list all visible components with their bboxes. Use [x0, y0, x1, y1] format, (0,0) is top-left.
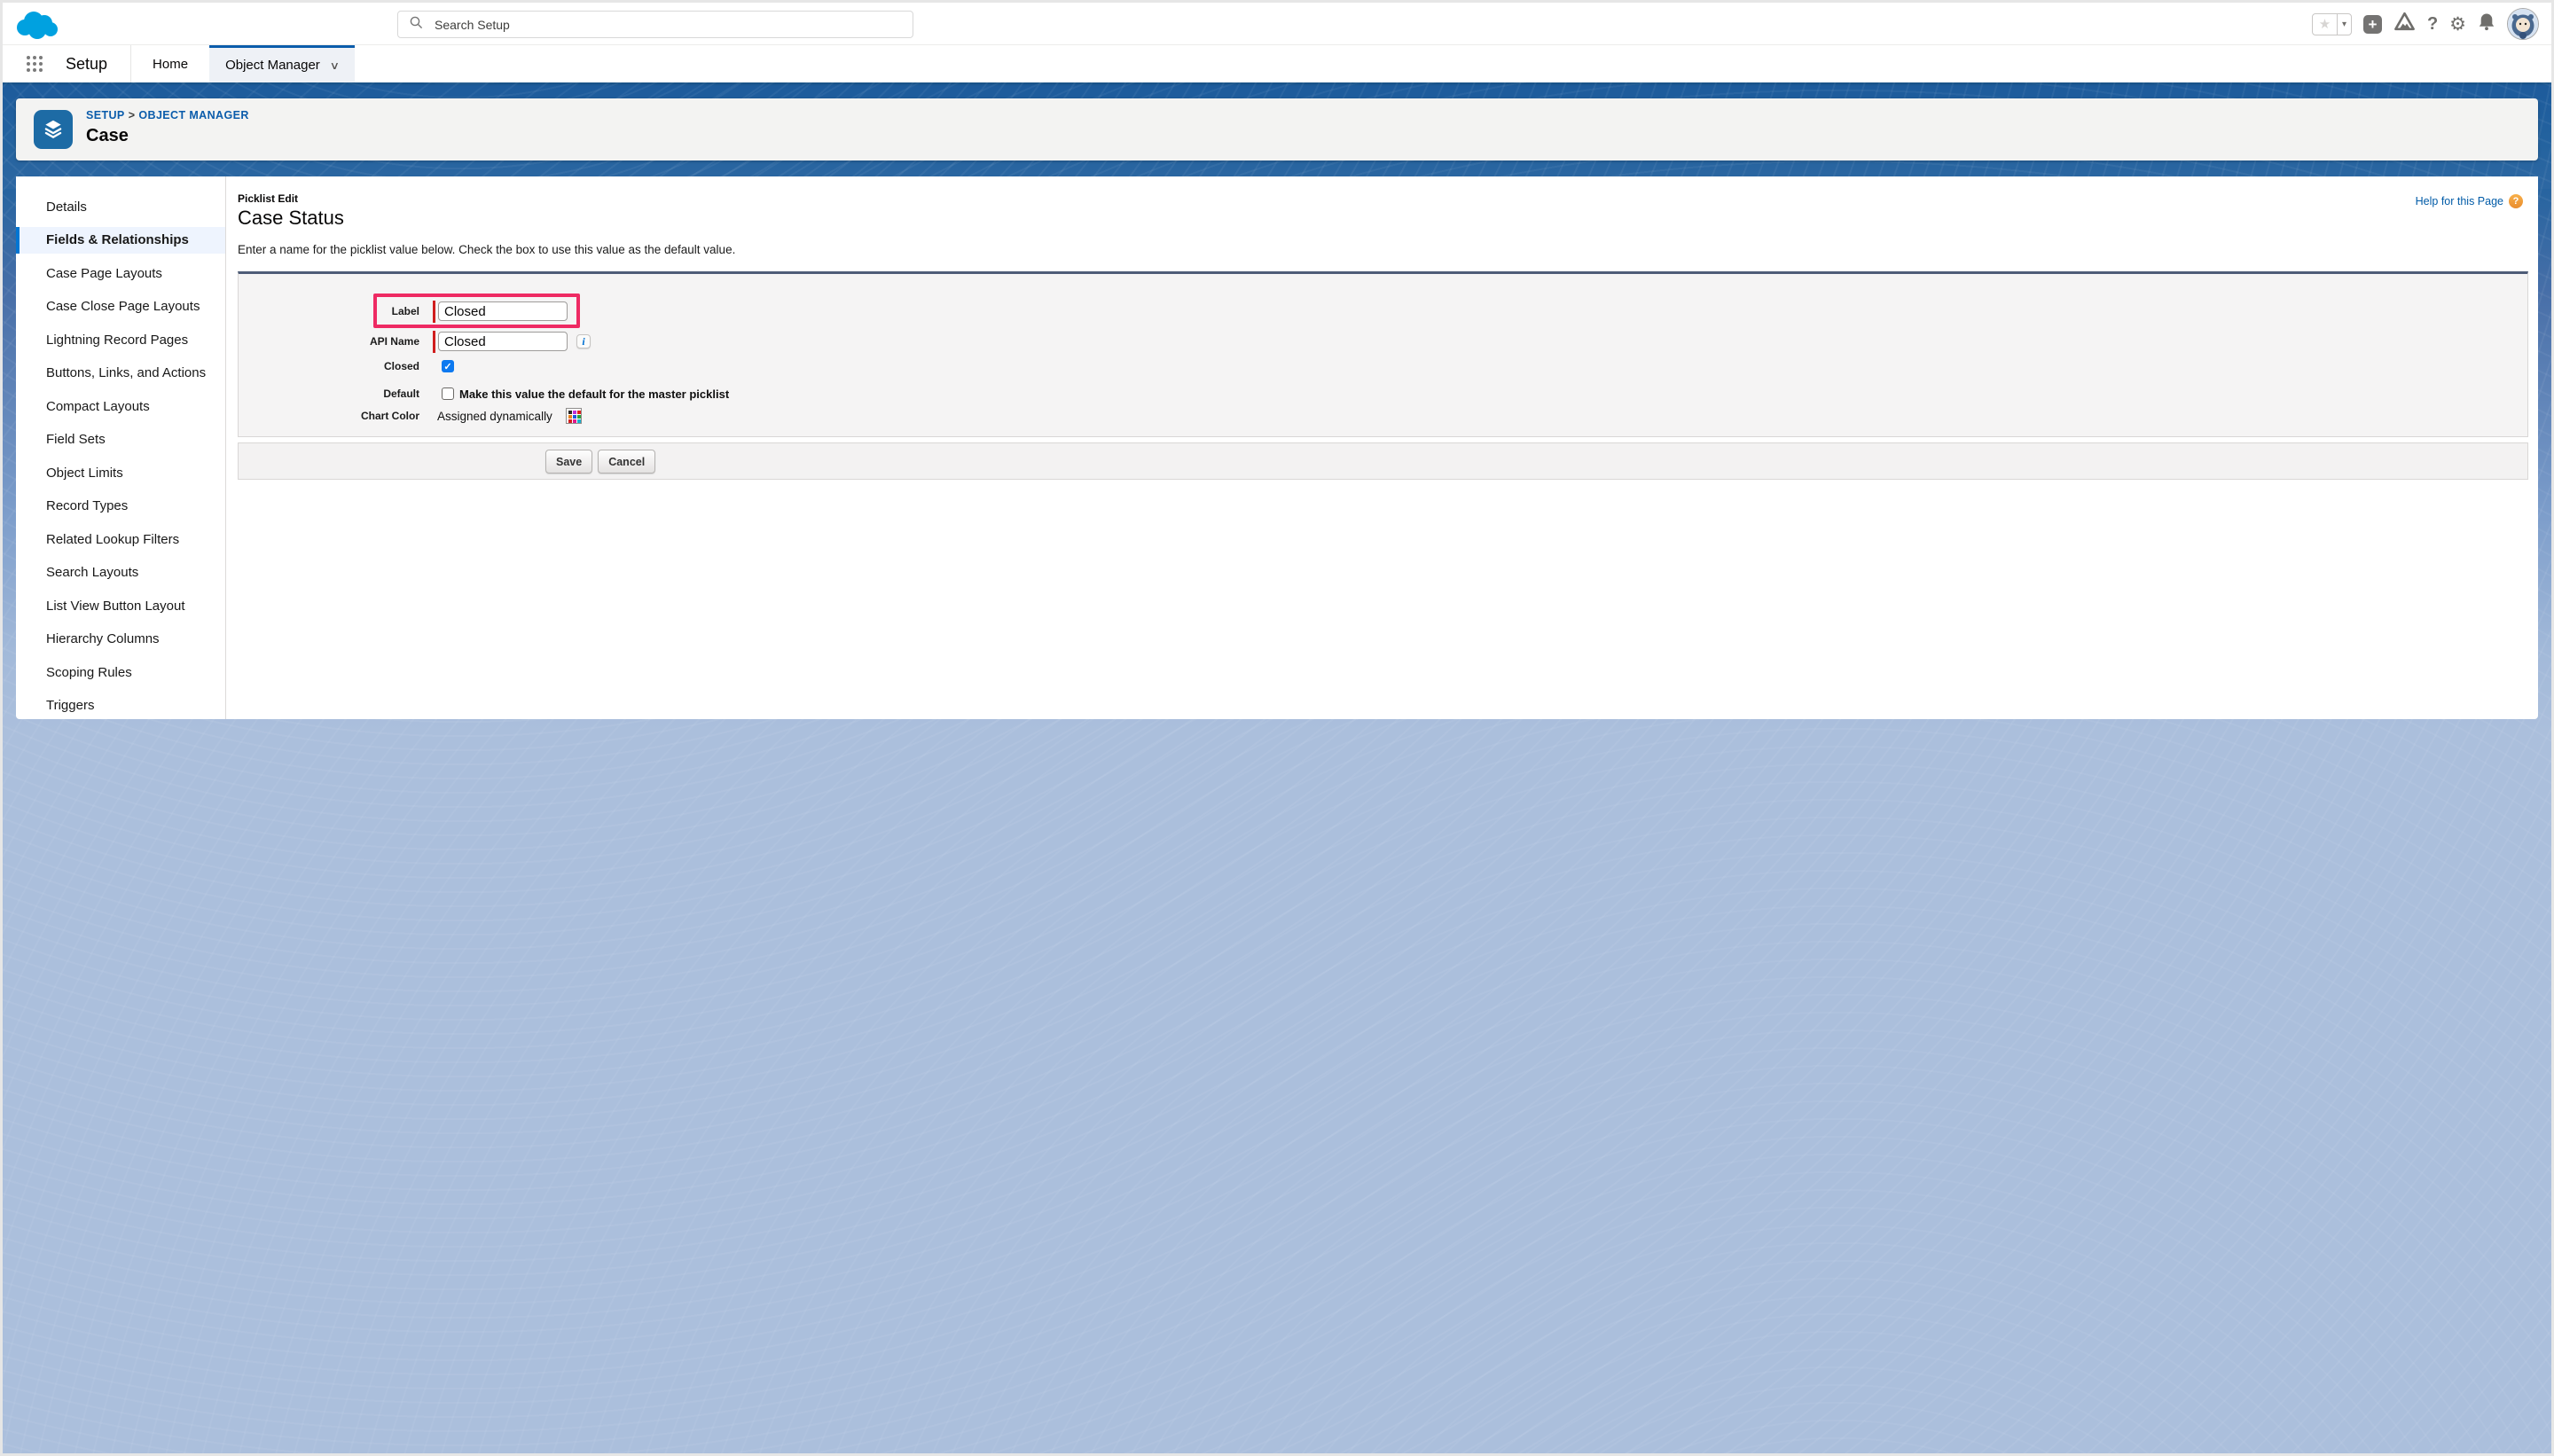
setup-nav-bar: Setup Home Object Manager ∨: [3, 45, 2551, 82]
search-icon: [410, 16, 423, 34]
sidebar-item-object-limits[interactable]: Object Limits: [16, 459, 225, 486]
breadcrumb-object-manager-link[interactable]: OBJECT MANAGER: [138, 109, 248, 121]
salesforce-logo: [15, 10, 61, 44]
sidebar-item-related-lookup-filters[interactable]: Related Lookup Filters: [16, 526, 225, 552]
api-name-input[interactable]: [438, 332, 568, 351]
tab-home[interactable]: Home: [131, 45, 209, 82]
main-panel: Details Fields & Relationships Case Page…: [16, 176, 2538, 719]
sidebar-item-case-close-page-layouts[interactable]: Case Close Page Layouts: [16, 294, 225, 320]
info-icon[interactable]: i: [576, 334, 591, 348]
sidebar-item-details[interactable]: Details: [16, 193, 225, 220]
sidebar-item-field-sets[interactable]: Field Sets: [16, 427, 225, 453]
sidebar-item-list-view-button-layout[interactable]: List View Button Layout: [16, 592, 225, 619]
label-input[interactable]: [438, 301, 568, 321]
star-icon[interactable]: ★: [2313, 14, 2337, 35]
form-body: Label API Name i Closed ✓: [238, 271, 2528, 437]
breadcrumb: SETUP>OBJECT MANAGER: [86, 109, 249, 121]
favorites-caret-icon[interactable]: ▾: [2337, 14, 2351, 35]
form-row-label: Label: [239, 298, 2527, 325]
object-manager-icon: [34, 110, 73, 149]
sidebar-item-search-layouts[interactable]: Search Layouts: [16, 560, 225, 586]
section-kicker: Picklist Edit: [238, 192, 2538, 205]
page-title: Case: [86, 126, 249, 146]
global-header: Search Setup ★ ▾ + ? ⚙: [3, 3, 2551, 45]
form-row-closed: Closed ✓: [239, 358, 2527, 374]
breadcrumb-separator: >: [125, 109, 139, 121]
browser-viewport: Search Setup ★ ▾ + ? ⚙: [0, 0, 2554, 1456]
app-launcher-waffle-icon[interactable]: [27, 56, 43, 73]
save-button[interactable]: Save: [545, 450, 592, 474]
default-checkbox[interactable]: [442, 387, 454, 400]
chart-color-field-label: Chart Color: [239, 410, 419, 422]
breadcrumb-setup-link[interactable]: SETUP: [86, 109, 125, 121]
form-footer: Save Cancel: [238, 442, 2528, 480]
setup-app-title: Setup: [66, 55, 107, 74]
sidebar-item-compact-layouts[interactable]: Compact Layouts: [16, 393, 225, 419]
default-checkbox-text: Make this value the default for the mast…: [459, 387, 729, 401]
user-avatar[interactable]: [2507, 8, 2539, 40]
color-picker-icon[interactable]: [566, 408, 582, 424]
form-row-default: Default Make this value the default for …: [239, 386, 2527, 402]
sidebar-item-hierarchy-columns[interactable]: Hierarchy Columns: [16, 626, 225, 653]
object-header-card: SETUP>OBJECT MANAGER Case: [16, 98, 2538, 160]
picklist-edit-form: Label API Name i Closed ✓: [238, 271, 2528, 480]
object-sidebar: Details Fields & Relationships Case Page…: [16, 176, 226, 719]
chevron-down-icon[interactable]: ∨: [329, 59, 339, 72]
help-for-this-page-link[interactable]: Help for this Page: [2416, 195, 2503, 207]
search-placeholder: Search Setup: [435, 18, 510, 32]
picklist-title: Case Status: [238, 207, 2538, 230]
picklist-edit-content: Help for this Page ? Picklist Edit Case …: [226, 176, 2538, 719]
sidebar-item-lightning-record-pages[interactable]: Lightning Record Pages: [16, 326, 225, 353]
required-indicator: [433, 301, 435, 323]
picklist-description: Enter a name for the picklist value belo…: [238, 243, 2538, 256]
global-actions: ★ ▾ + ? ⚙: [2312, 3, 2539, 45]
default-field-label: Default: [239, 387, 419, 400]
tab-object-manager[interactable]: Object Manager ∨: [209, 45, 355, 82]
api-name-field-label: API Name: [239, 335, 419, 348]
quick-create-button[interactable]: +: [2363, 15, 2382, 34]
search-input[interactable]: Search Setup: [397, 11, 913, 38]
help-badge-icon[interactable]: ?: [2509, 194, 2523, 208]
sidebar-item-scoping-rules[interactable]: Scoping Rules: [16, 659, 225, 685]
form-row-api-name: API Name i: [239, 329, 2527, 354]
closed-field-label: Closed: [239, 360, 419, 372]
closed-checkbox[interactable]: ✓: [442, 360, 454, 372]
label-field-label: Label: [239, 305, 419, 317]
help-icon[interactable]: ?: [2427, 14, 2438, 35]
sidebar-item-triggers[interactable]: Triggers: [16, 693, 225, 719]
sidebar-item-buttons-links-actions[interactable]: Buttons, Links, and Actions: [16, 360, 225, 387]
cancel-button[interactable]: Cancel: [598, 450, 655, 474]
required-indicator: [433, 331, 435, 353]
favorites-button[interactable]: ★ ▾: [2312, 13, 2352, 35]
form-row-chart-color: Chart Color Assigned dynamically: [239, 407, 2527, 425]
chart-color-value: Assigned dynamically: [437, 410, 552, 423]
tab-object-manager-label: Object Manager: [225, 58, 320, 73]
sidebar-item-fields-relationships[interactable]: Fields & Relationships: [16, 227, 225, 254]
notifications-bell-icon[interactable]: [2478, 12, 2495, 35]
sidebar-item-record-types[interactable]: Record Types: [16, 493, 225, 520]
setup-gear-icon[interactable]: ⚙: [2449, 13, 2466, 35]
sidebar-item-case-page-layouts[interactable]: Case Page Layouts: [16, 260, 225, 286]
trailhead-icon[interactable]: [2393, 12, 2416, 36]
